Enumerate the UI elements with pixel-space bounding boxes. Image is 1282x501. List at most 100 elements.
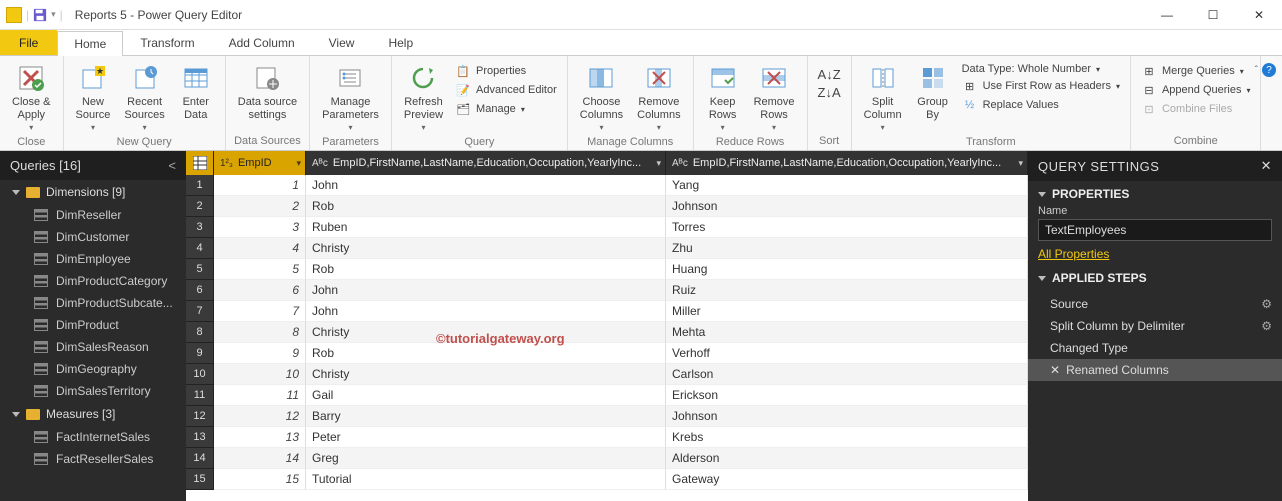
cell-empid[interactable]: 15	[214, 469, 306, 490]
group-by-button[interactable]: Group By	[910, 60, 956, 123]
query-group[interactable]: Measures [3]	[0, 402, 186, 426]
cell-col2[interactable]: Alderson	[666, 448, 1028, 469]
query-group[interactable]: Dimensions [9]	[0, 180, 186, 204]
cell-col1[interactable]: John	[306, 280, 666, 301]
query-item[interactable]: DimProduct	[0, 314, 186, 336]
close-apply-button[interactable]: Close & Apply▾	[6, 60, 57, 134]
cell-col2[interactable]: Erickson	[666, 385, 1028, 406]
collapse-ribbon-icon[interactable]: ˆ	[1255, 65, 1258, 76]
cell-col2[interactable]: Carlson	[666, 364, 1028, 385]
split-column-button[interactable]: Split Column▾	[858, 60, 908, 134]
close-button[interactable]: ✕	[1236, 0, 1282, 30]
data-source-settings-button[interactable]: Data source settings	[232, 60, 303, 123]
table-row[interactable]: 77JohnMiller	[186, 301, 1028, 322]
table-icon[interactable]	[186, 151, 214, 175]
cell-col2[interactable]: Mehta	[666, 322, 1028, 343]
tab-file[interactable]: File	[0, 30, 57, 55]
table-row[interactable]: 33RubenTorres	[186, 217, 1028, 238]
cell-col1[interactable]: Barry	[306, 406, 666, 427]
table-row[interactable]: 1313PeterKrebs	[186, 427, 1028, 448]
cell-empid[interactable]: 9	[214, 343, 306, 364]
remove-rows-button[interactable]: Remove Rows▾	[748, 60, 801, 134]
query-item[interactable]: DimProductSubcate...	[0, 292, 186, 314]
tab-home[interactable]: Home	[57, 31, 123, 56]
cell-col2[interactable]: Verhoff	[666, 343, 1028, 364]
cell-col1[interactable]: John	[306, 175, 666, 196]
close-settings-icon[interactable]: ✕	[1261, 158, 1272, 174]
query-item[interactable]: DimCustomer	[0, 226, 186, 248]
tab-view[interactable]: View	[312, 30, 372, 55]
query-item[interactable]: DimSalesTerritory	[0, 380, 186, 402]
cell-col2[interactable]: Huang	[666, 259, 1028, 280]
manage-button[interactable]: 🗂Manage ▾	[451, 100, 561, 118]
choose-columns-button[interactable]: Choose Columns▾	[574, 60, 629, 134]
cell-empid[interactable]: 14	[214, 448, 306, 469]
replace-values-button[interactable]: ½Replace Values	[958, 96, 1124, 114]
query-item[interactable]: DimReseller	[0, 204, 186, 226]
table-row[interactable]: 1212BarryJohnson	[186, 406, 1028, 427]
keep-rows-button[interactable]: Keep Rows▾	[700, 60, 746, 134]
help-icon[interactable]: ?	[1262, 63, 1276, 77]
cell-col1[interactable]: Ruben	[306, 217, 666, 238]
cell-col2[interactable]: Johnson	[666, 406, 1028, 427]
cell-col1[interactable]: Christy	[306, 364, 666, 385]
maximize-button[interactable]: ☐	[1190, 0, 1236, 30]
tab-help[interactable]: Help	[371, 30, 430, 55]
sort-asc-button[interactable]: A↓Z	[814, 66, 845, 83]
table-row[interactable]: 55RobHuang	[186, 259, 1028, 280]
table-row[interactable]: 11JohnYang	[186, 175, 1028, 196]
cell-empid[interactable]: 5	[214, 259, 306, 280]
collapse-queries-icon[interactable]: <	[168, 158, 176, 173]
remove-columns-button[interactable]: Remove Columns▾	[631, 60, 686, 134]
cell-col1[interactable]: Tutorial	[306, 469, 666, 490]
cell-empid[interactable]: 4	[214, 238, 306, 259]
query-item[interactable]: DimProductCategory	[0, 270, 186, 292]
cell-col1[interactable]: Greg	[306, 448, 666, 469]
cell-col2[interactable]: Torres	[666, 217, 1028, 238]
query-item[interactable]: DimSalesReason	[0, 336, 186, 358]
gear-icon[interactable]: ⚙	[1261, 297, 1272, 311]
properties-button[interactable]: 📋Properties	[451, 62, 561, 80]
query-item[interactable]: FactInternetSales	[0, 426, 186, 448]
qat-dropdown-icon[interactable]: ▾	[51, 9, 56, 20]
query-name-input[interactable]	[1038, 219, 1272, 241]
minimize-button[interactable]: ―	[1144, 0, 1190, 30]
cell-col1[interactable]: Rob	[306, 259, 666, 280]
table-row[interactable]: 1111GailErickson	[186, 385, 1028, 406]
cell-col1[interactable]: Gail	[306, 385, 666, 406]
applied-step[interactable]: Changed Type	[1028, 337, 1282, 359]
applied-step[interactable]: ✕Renamed Columns	[1028, 359, 1282, 381]
column-header-empid[interactable]: 1²₃EmpID▾	[214, 151, 306, 175]
cell-col2[interactable]: Johnson	[666, 196, 1028, 217]
enter-data-button[interactable]: Enter Data	[173, 60, 219, 123]
table-row[interactable]: 1515TutorialGateway	[186, 469, 1028, 490]
table-row[interactable]: 1414GregAlderson	[186, 448, 1028, 469]
table-row[interactable]: 22RobJohnson	[186, 196, 1028, 217]
cell-empid[interactable]: 7	[214, 301, 306, 322]
table-row[interactable]: 66JohnRuiz	[186, 280, 1028, 301]
cell-col2[interactable]: Gateway	[666, 469, 1028, 490]
merge-queries-button[interactable]: ⊞Merge Queries ▾	[1137, 62, 1255, 80]
cell-col1[interactable]: Peter	[306, 427, 666, 448]
cell-col2[interactable]: Krebs	[666, 427, 1028, 448]
cell-col2[interactable]: Yang	[666, 175, 1028, 196]
new-source-button[interactable]: ★ New Source▾	[70, 60, 117, 134]
table-row[interactable]: 88ChristyMehta	[186, 322, 1028, 343]
recent-sources-button[interactable]: Recent Sources▾	[118, 60, 170, 134]
table-row[interactable]: 99RobVerhoff	[186, 343, 1028, 364]
tab-add-column[interactable]: Add Column	[212, 30, 312, 55]
cell-empid[interactable]: 10	[214, 364, 306, 385]
cell-col2[interactable]: Ruiz	[666, 280, 1028, 301]
cell-empid[interactable]: 1	[214, 175, 306, 196]
cell-col1[interactable]: Christy	[306, 238, 666, 259]
applied-step[interactable]: Split Column by Delimiter⚙	[1028, 315, 1282, 337]
manage-parameters-button[interactable]: Manage Parameters▾	[316, 60, 385, 134]
cell-empid[interactable]: 13	[214, 427, 306, 448]
all-properties-link[interactable]: All Properties	[1038, 247, 1109, 261]
query-item[interactable]: DimEmployee	[0, 248, 186, 270]
cell-col1[interactable]: John	[306, 301, 666, 322]
cell-col1[interactable]: Rob	[306, 343, 666, 364]
table-row[interactable]: 44ChristyZhu	[186, 238, 1028, 259]
column-header-2[interactable]: AᴮcEmpID,FirstName,LastName,Education,Oc…	[666, 151, 1028, 175]
applied-step[interactable]: Source⚙	[1028, 293, 1282, 315]
